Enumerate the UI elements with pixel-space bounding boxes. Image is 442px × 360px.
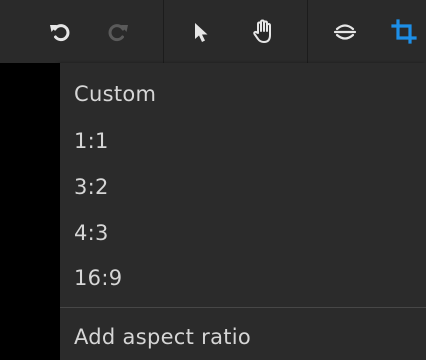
toolbar-divider [163, 0, 164, 63]
menu-item-16-9[interactable]: 16:9 [60, 255, 426, 301]
crop-tool-button[interactable] [380, 8, 426, 56]
pan-tool-button[interactable] [240, 8, 288, 56]
redo-icon [108, 24, 128, 42]
redo-button[interactable] [94, 8, 142, 56]
straighten-tool-button[interactable] [321, 8, 369, 56]
add-aspect-ratio-button[interactable]: Add aspect ratio [60, 314, 426, 360]
hand-pan-icon [253, 19, 271, 43]
straighten-icon [333, 24, 357, 40]
editor-frame: Custom 1:1 3:2 4:3 16:9 Add aspect ratio [0, 0, 426, 360]
crop-icon [391, 19, 417, 44]
menu-item-custom[interactable]: Custom [60, 71, 426, 117]
toolbar [0, 0, 426, 63]
menu-divider [60, 307, 426, 308]
menu-item-3-2[interactable]: 3:2 [60, 164, 426, 210]
menu-item-4-3[interactable]: 4:3 [60, 210, 426, 256]
toolbar-divider [307, 0, 308, 63]
menu-item-1-1[interactable]: 1:1 [60, 118, 426, 164]
aspect-ratio-menu: Custom 1:1 3:2 4:3 16:9 Add aspect ratio [60, 63, 426, 360]
select-tool-button[interactable] [177, 8, 225, 56]
undo-icon [50, 24, 70, 42]
select-arrow-icon [195, 23, 208, 42]
undo-button[interactable] [36, 8, 84, 56]
